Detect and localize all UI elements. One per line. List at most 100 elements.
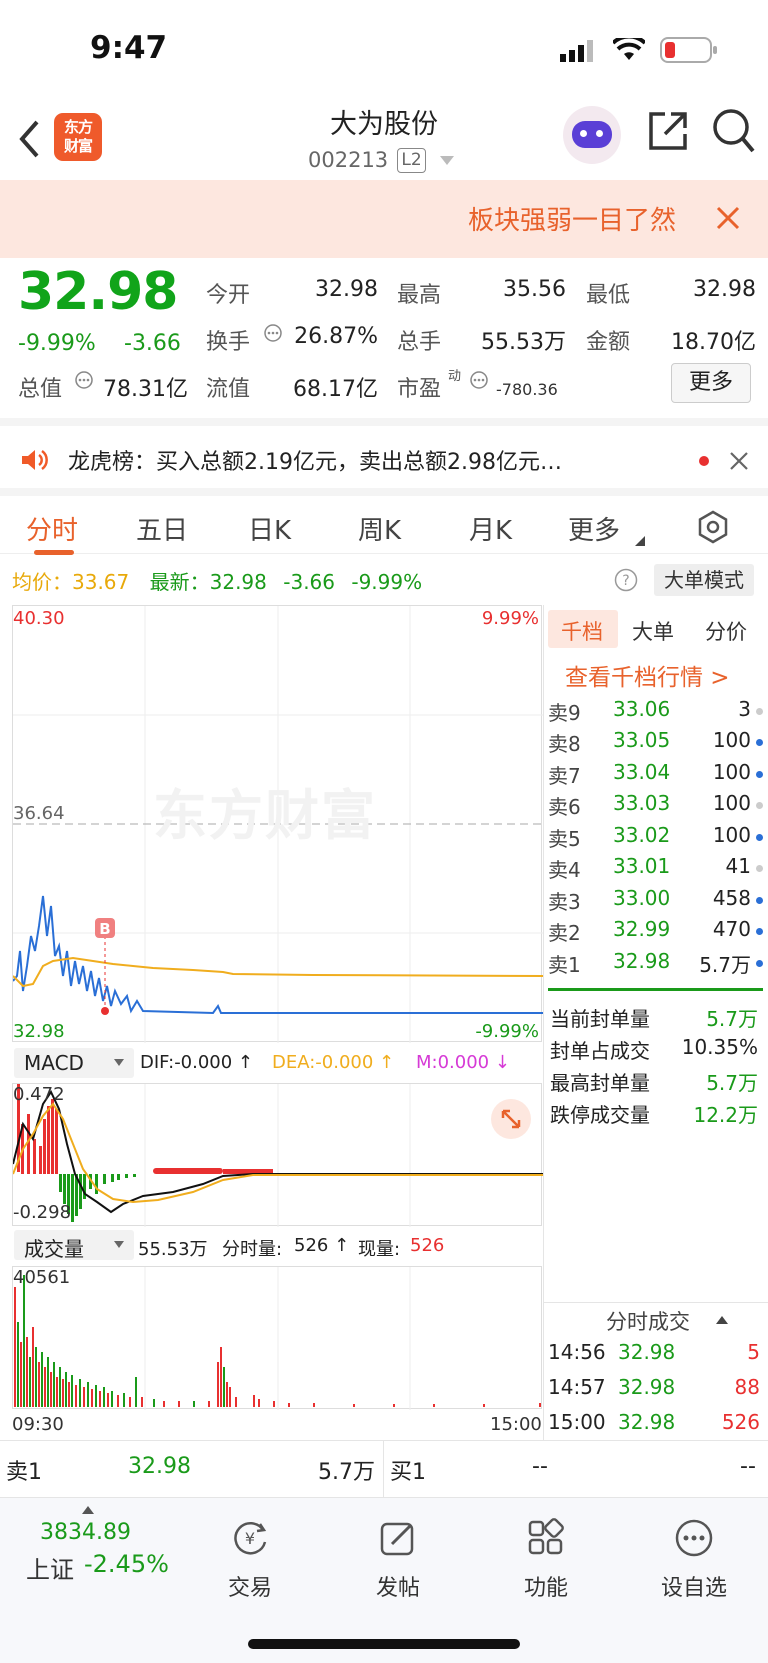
amount-value: 18.70亿 — [671, 330, 756, 355]
now-value: 526 — [410, 1235, 445, 1256]
tab-intraday[interactable]: 分时 — [26, 510, 78, 547]
macd-dif: DIF:-0.000 ↑ — [140, 1052, 254, 1073]
tab-day-k[interactable]: 日K — [248, 510, 291, 547]
tab-week-k[interactable]: 周K — [358, 510, 401, 547]
order-book-row: 卖7 33.04 100 — [548, 760, 763, 791]
pe-value: -780.36 — [496, 380, 558, 399]
side-tab-price[interactable]: 分价 — [705, 616, 747, 646]
intraday-chart[interactable]: B 东方财富 40.30 9.99% 36.64 32.98 -9.99% — [12, 605, 543, 1043]
buy1-volume: -- — [740, 1454, 756, 1479]
gear-icon[interactable] — [696, 510, 730, 544]
help-icon[interactable]: ? — [614, 568, 638, 592]
turnover-label: 换手 — [206, 330, 251, 355]
ticks-title[interactable]: 分时成交 — [606, 1306, 690, 1336]
close-icon[interactable] — [716, 206, 740, 230]
seal-label: 当前封单量 — [550, 1007, 650, 1031]
caret-down-icon — [114, 1241, 124, 1248]
promo-banner[interactable]: 板块强弱一目了然 — [0, 180, 768, 258]
avg-value: 33.67 — [72, 570, 130, 594]
pe-sup: 动 — [448, 369, 462, 384]
order-book-row: 卖5 33.02 100 — [548, 823, 763, 854]
nav-add-watchlist-label: 设自选 — [660, 1576, 727, 1601]
current-price: 32.98 — [18, 262, 178, 322]
tick-time: 14:56 — [548, 1340, 606, 1364]
order-book-row: 卖2 32.99 470 — [548, 917, 763, 948]
high-value: 35.56 — [503, 277, 566, 302]
macd-y-top: 0.472 — [13, 1084, 65, 1105]
latest-pct: -9.99% — [351, 570, 423, 594]
macd-chart[interactable]: 0.472 -0.298 — [12, 1083, 543, 1227]
battery-icon — [660, 37, 717, 63]
order-book-row: 卖9 33.06 3 — [548, 697, 763, 728]
sell1-price: 32.98 — [128, 1454, 191, 1479]
bottom-nav: 3834.89 上证 -2.45% ¥ 交易 发帖 功能 设自选 — [0, 1498, 768, 1663]
right-panel-divider — [543, 605, 544, 1440]
low-label: 最低 — [586, 283, 631, 308]
float-label: 流值 — [206, 377, 251, 402]
status-dot — [756, 897, 763, 904]
nav-post-label: 发帖 — [375, 1576, 420, 1601]
nav-trade[interactable]: ¥ 交易 — [180, 1518, 320, 1602]
robot-assistant-icon[interactable] — [563, 106, 621, 164]
tab-five-day[interactable]: 五日 — [136, 510, 188, 547]
low-value: 32.98 — [693, 277, 756, 302]
open-value: 32.98 — [315, 277, 378, 302]
seal-value: 5.7万 — [706, 1071, 758, 1095]
macd-dea: DEA:-0.000 ↑ — [272, 1052, 395, 1073]
volume-selector[interactable]: 成交量 — [14, 1230, 134, 1261]
time-end: 15:00 — [490, 1414, 542, 1435]
bid-ask-bar: 卖1 32.98 5.7万 买1 -- -- — [0, 1440, 768, 1499]
float-value: 68.17亿 — [293, 377, 378, 402]
side-tab-qiandang[interactable]: 千档 — [548, 610, 618, 648]
seal-label: 最高封单量 — [550, 1071, 650, 1095]
volume-label: 成交量 — [24, 1237, 84, 1261]
nav-functions-label: 功能 — [523, 1576, 568, 1601]
caret-down-icon[interactable] — [440, 156, 454, 166]
status-dot — [756, 802, 763, 809]
buy1-label: 买1 — [390, 1460, 426, 1485]
tick-price: 32.98 — [618, 1375, 676, 1399]
macd-selector[interactable]: MACD — [14, 1048, 134, 1078]
tab-month-k[interactable]: 月K — [469, 510, 512, 547]
share-icon[interactable] — [647, 110, 689, 152]
caret-up-icon — [82, 1506, 94, 1514]
header: 东方 财富 大为股份 002213 L2 — [0, 96, 768, 180]
more-button[interactable]: 更多 — [671, 363, 751, 403]
tick-volume: 5 — [747, 1340, 760, 1364]
volume-value: 55.53万 — [481, 330, 566, 355]
nav-functions[interactable]: 功能 — [476, 1518, 616, 1602]
index-ticker[interactable]: 3834.89 上证 -2.45% — [0, 1498, 178, 1603]
notice-bar[interactable]: 龙虎榜：买入总额2.19亿元，卖出总额2.98亿元… — [0, 418, 768, 488]
side-tab-big-order[interactable]: 大单 — [632, 616, 674, 646]
mktcap-label: 总值 — [18, 377, 63, 402]
search-icon[interactable] — [712, 108, 756, 154]
info-icon[interactable] — [75, 371, 93, 389]
avg-label: 均价： — [12, 570, 72, 594]
order-book-row: 卖3 33.00 458 — [548, 886, 763, 917]
index-pct: -2.45% — [84, 1550, 169, 1578]
status-dot — [756, 865, 763, 872]
status-bar: 9:47 — [0, 0, 768, 96]
divider — [383, 1441, 384, 1499]
stock-code: 002213 — [308, 148, 389, 172]
expand-icon[interactable] — [491, 1099, 531, 1139]
home-indicator[interactable] — [248, 1639, 520, 1649]
seal-value: 12.2万 — [693, 1103, 758, 1127]
level-badge[interactable]: L2 — [397, 148, 426, 173]
tab-more[interactable]: 更多 — [568, 510, 620, 547]
volume-total: 55.53万 — [138, 1239, 208, 1260]
info-icon[interactable] — [470, 371, 488, 389]
macd-y-bot: -0.298 — [13, 1202, 72, 1223]
nav-add-watchlist[interactable]: 设自选 — [624, 1518, 764, 1602]
nav-post[interactable]: 发帖 — [328, 1518, 468, 1602]
close-icon[interactable] — [730, 452, 748, 470]
seal-label: 跌停成交量 — [550, 1103, 650, 1127]
sell1-volume: 5.7万 — [318, 1460, 375, 1485]
volume-chart[interactable]: 40561 — [12, 1266, 542, 1410]
view-depth-link[interactable]: 查看千档行情 > — [565, 658, 730, 692]
pe-label: 市盈 — [397, 377, 442, 402]
caret-down-icon — [114, 1059, 124, 1066]
big-order-mode-button[interactable]: 大单模式 — [654, 564, 754, 596]
latest-value: 32.98 — [209, 570, 267, 594]
chart-y-bot: 32.98 — [13, 1021, 65, 1042]
